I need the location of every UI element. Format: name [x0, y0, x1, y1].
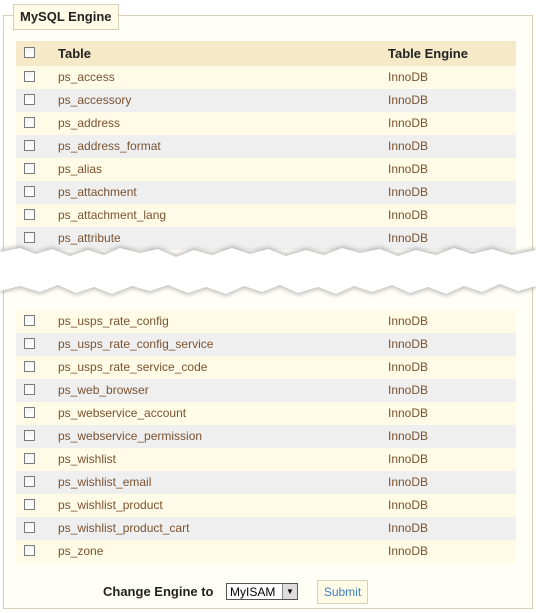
table-name-cell: ps_address — [58, 116, 121, 130]
table-engine-cell: InnoDB — [388, 498, 429, 512]
table-engine-cell: InnoDB — [388, 452, 429, 466]
table-engine-cell: InnoDB — [388, 337, 429, 351]
table-row: ps_usps_rate_config_service InnoDB — [16, 333, 516, 356]
table-row: ps_webservice_account InnoDB — [16, 402, 516, 425]
row-checkbox[interactable] — [24, 209, 35, 220]
engine-select[interactable]: MyISAM ▼ — [226, 583, 298, 600]
table-engine-cell: InnoDB — [388, 544, 429, 558]
row-checkbox[interactable] — [24, 522, 35, 533]
row-checkbox[interactable] — [24, 163, 35, 174]
select-all-checkbox[interactable] — [24, 47, 35, 58]
row-checkbox[interactable] — [24, 117, 35, 128]
row-checkbox[interactable] — [24, 453, 35, 464]
table-engine-cell: InnoDB — [388, 116, 429, 130]
table-row: ps_access InnoDB — [16, 66, 516, 89]
table-engine-cell: InnoDB — [388, 139, 429, 153]
table-name-cell: ps_wishlist_product — [58, 498, 163, 512]
row-checkbox[interactable] — [24, 407, 35, 418]
chevron-down-icon[interactable]: ▼ — [282, 584, 297, 599]
table-name-cell: ps_alias — [58, 162, 103, 176]
table-name-cell: ps_attachment_lang — [58, 208, 167, 222]
table-engine-cell: InnoDB — [388, 383, 429, 397]
table-row: ps_accessory InnoDB — [16, 89, 516, 112]
table-name-cell: ps_webservice_account — [58, 406, 187, 420]
table-name-cell: ps_address_format — [58, 139, 161, 153]
engine-select-value: MyISAM — [230, 585, 276, 599]
row-checkbox[interactable] — [24, 499, 35, 510]
table-row: ps_zone InnoDB — [16, 540, 516, 563]
row-checkbox[interactable] — [24, 94, 35, 105]
table-name-cell: ps_access — [58, 70, 115, 84]
table-engine-cell: InnoDB — [388, 521, 429, 535]
table-row: ps_webservice_permission InnoDB — [16, 425, 516, 448]
engine-table-continued: ps_usps_rate_config InnoDB ps_usps_rate_co… — [16, 310, 516, 563]
table-name-cell: ps_usps_rate_service_code — [58, 360, 208, 374]
change-engine-label: Change Engine to — [103, 584, 214, 599]
change-engine-bar: Change Engine to MyISAM ▼ Submit — [16, 568, 516, 608]
table-row: ps_wishlist_product InnoDB — [16, 494, 516, 517]
engine-table: Table Table Engine ps_access InnoDB ps_acc… — [16, 41, 516, 250]
table-name-cell: ps_attachment — [58, 185, 137, 199]
table-engine-cell: InnoDB — [388, 406, 429, 420]
table-name-cell: ps_wishlist_email — [58, 475, 152, 489]
table-engine-cell: InnoDB — [388, 93, 429, 107]
row-checkbox[interactable] — [24, 71, 35, 82]
header-table-engine: Table Engine — [388, 46, 468, 61]
table-row: ps_usps_rate_service_code InnoDB — [16, 356, 516, 379]
row-checkbox[interactable] — [24, 476, 35, 487]
table-engine-cell: InnoDB — [388, 70, 429, 84]
row-checkbox[interactable] — [24, 315, 35, 326]
row-checkbox[interactable] — [24, 545, 35, 556]
table-header-row: Table Table Engine — [16, 41, 516, 66]
table-name-cell: ps_zone — [58, 544, 104, 558]
table-row: ps_attachment_lang InnoDB — [16, 204, 516, 227]
table-row: ps_address_format InnoDB — [16, 135, 516, 158]
row-checkbox[interactable] — [24, 430, 35, 441]
table-engine-cell: InnoDB — [388, 162, 429, 176]
table-engine-cell: InnoDB — [388, 314, 429, 328]
row-checkbox[interactable] — [24, 186, 35, 197]
table-engine-cell: InnoDB — [388, 360, 429, 374]
table-row: ps_web_browser InnoDB — [16, 379, 516, 402]
table-engine-cell: InnoDB — [388, 185, 429, 199]
table-row: ps_wishlist_email InnoDB — [16, 471, 516, 494]
table-row: ps_wishlist_product_cart InnoDB — [16, 517, 516, 540]
table-name-cell: ps_usps_rate_config — [58, 314, 169, 328]
row-checkbox[interactable] — [24, 140, 35, 151]
table-name-cell: ps_webservice_permission — [58, 429, 203, 443]
row-checkbox[interactable] — [24, 384, 35, 395]
table-row: ps_attachment InnoDB — [16, 181, 516, 204]
table-row: ps_alias InnoDB — [16, 158, 516, 181]
fieldset-legend: MySQL Engine — [13, 4, 119, 30]
submit-button[interactable]: Submit — [317, 580, 368, 604]
table-name-cell: ps_wishlist — [58, 452, 117, 466]
torn-page-separator — [0, 246, 536, 296]
table-row: ps_usps_rate_config InnoDB — [16, 310, 516, 333]
table-name-cell: ps_wishlist_product_cart — [58, 521, 190, 535]
header-table: Table — [58, 46, 91, 61]
row-checkbox[interactable] — [24, 361, 35, 372]
table-engine-cell: InnoDB — [388, 475, 429, 489]
table-name-cell: ps_usps_rate_config_service — [58, 337, 214, 351]
table-row: ps_wishlist InnoDB — [16, 448, 516, 471]
table-engine-cell: InnoDB — [388, 429, 429, 443]
table-name-cell: ps_web_browser — [58, 383, 149, 397]
row-checkbox[interactable] — [24, 338, 35, 349]
table-name-cell: ps_accessory — [58, 93, 132, 107]
table-row: ps_address InnoDB — [16, 112, 516, 135]
table-engine-cell: InnoDB — [388, 208, 429, 222]
